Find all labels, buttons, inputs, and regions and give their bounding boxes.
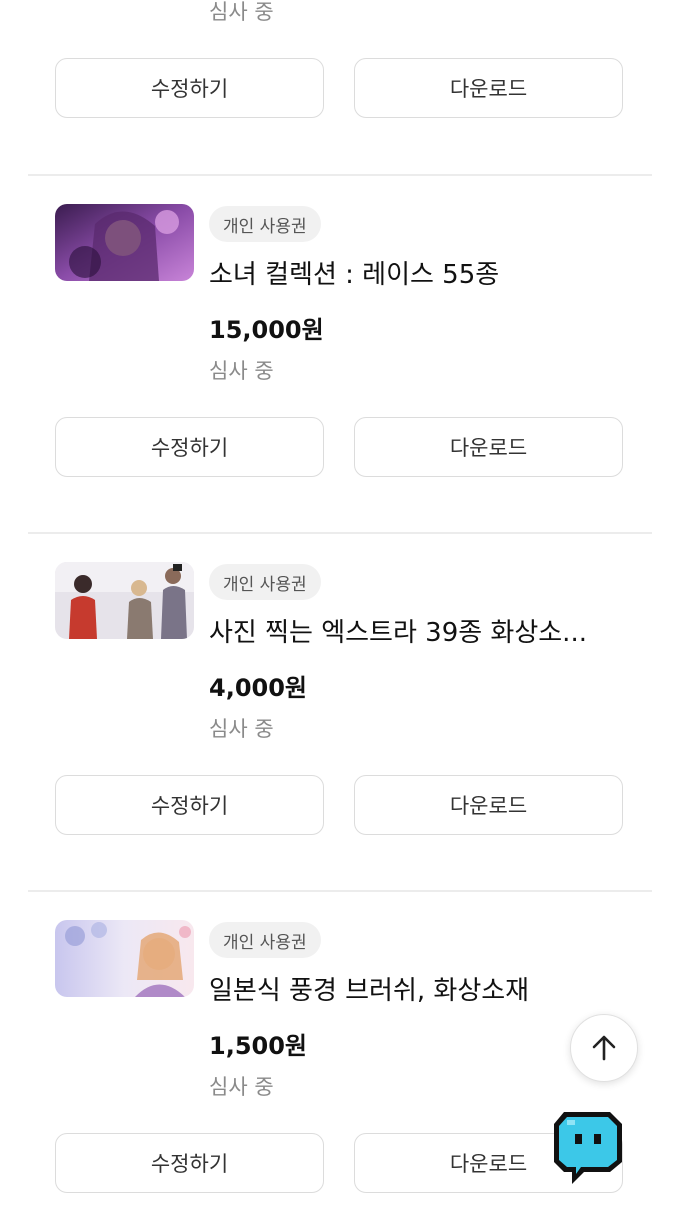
chat-bot-button[interactable]: [550, 1108, 626, 1188]
product-title[interactable]: 일본식 풍경 브러쉬, 화상소재: [209, 970, 629, 1007]
arrow-up-icon: [592, 1035, 616, 1061]
edit-button[interactable]: 수정하기: [55, 58, 324, 118]
review-status: 심사 중: [209, 717, 274, 741]
list-item: 개인 사용권 소녀 컬렉션 : 레이스 55종 15,000원 심사 중 수정하…: [0, 204, 679, 504]
item-actions: 수정하기 다운로드: [55, 1133, 625, 1195]
item-actions: 수정하기 다운로드: [55, 417, 625, 479]
edit-button[interactable]: 수정하기: [55, 1133, 324, 1193]
review-status: 심사 중: [209, 1075, 274, 1099]
product-price: 1,500원: [209, 1032, 307, 1060]
download-button[interactable]: 다운로드: [354, 58, 623, 118]
license-badge: 개인 사용권: [209, 206, 321, 242]
license-badge: 개인 사용권: [209, 922, 321, 958]
download-button[interactable]: 다운로드: [354, 775, 623, 835]
divider: [28, 174, 652, 176]
product-price: 15,000원: [209, 316, 324, 344]
product-thumbnail[interactable]: [55, 920, 194, 997]
item-actions: 수정하기 다운로드: [55, 775, 625, 837]
item-status: 심사 중: [209, 0, 274, 24]
chat-bot-icon: [554, 1112, 622, 1184]
item-actions: 수정하기 다운로드: [55, 58, 625, 120]
product-price: 4,000원: [209, 674, 307, 702]
license-badge: 개인 사용권: [209, 564, 321, 600]
edit-button[interactable]: 수정하기: [55, 417, 324, 477]
edit-button[interactable]: 수정하기: [55, 775, 324, 835]
list-item: 개인 사용권 사진 찍는 엑스트라 39종 화상소... 4,000원 심사 중…: [0, 562, 679, 862]
download-button[interactable]: 다운로드: [354, 417, 623, 477]
divider: [28, 890, 652, 892]
product-thumbnail[interactable]: [55, 204, 194, 281]
product-title[interactable]: 사진 찍는 엑스트라 39종 화상소...: [209, 612, 629, 649]
product-title[interactable]: 소녀 컬렉션 : 레이스 55종: [209, 254, 629, 291]
scroll-to-top-button[interactable]: [570, 1014, 638, 1082]
product-thumbnail[interactable]: [55, 562, 194, 639]
divider: [28, 532, 652, 534]
review-status: 심사 중: [209, 359, 274, 383]
